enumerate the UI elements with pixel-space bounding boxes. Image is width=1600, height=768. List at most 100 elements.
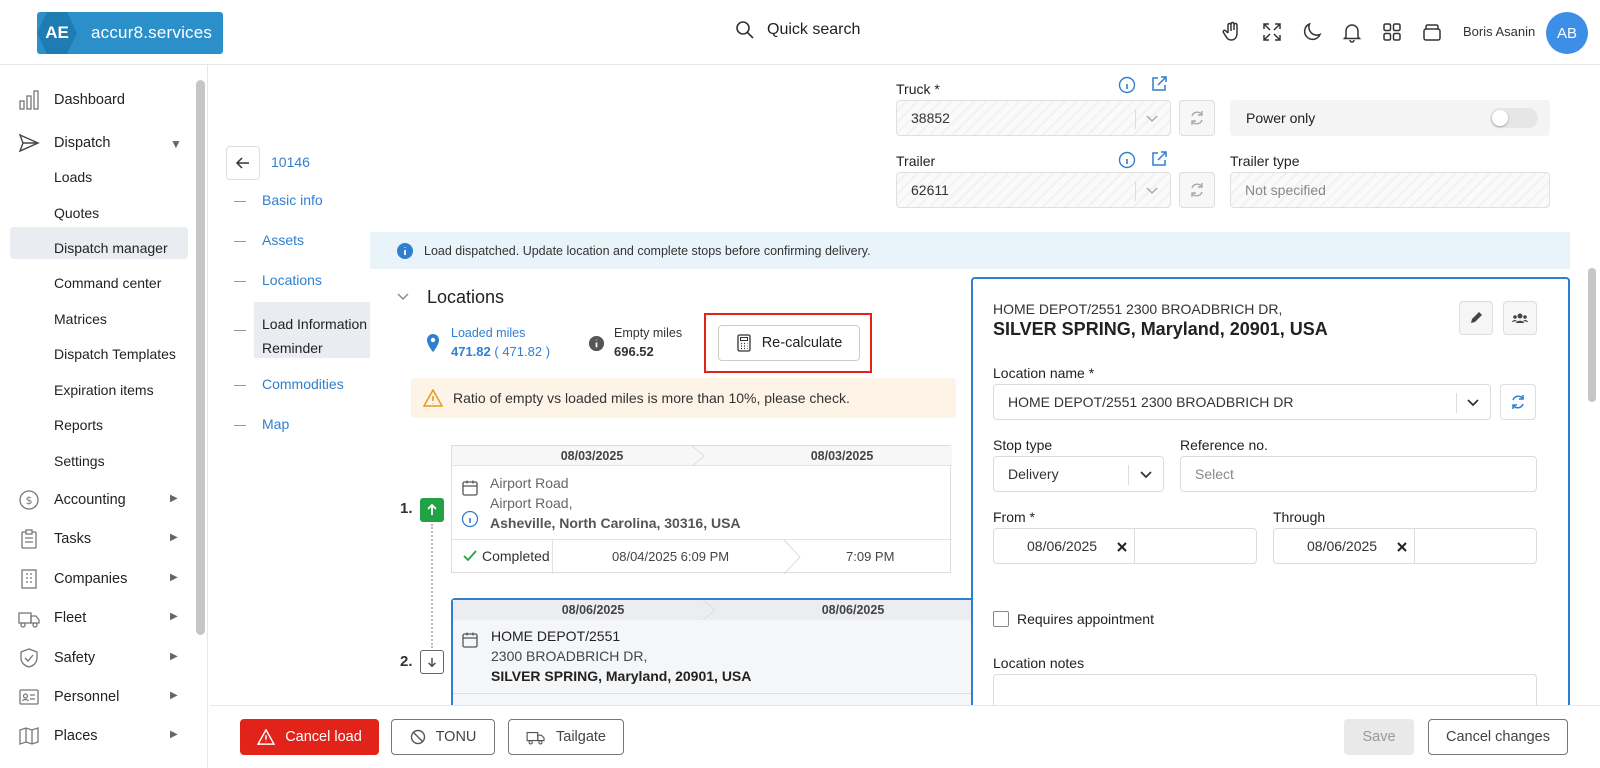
- edit-location-button[interactable]: [1459, 301, 1493, 335]
- chevron-right-icon[interactable]: ▶: [170, 729, 178, 740]
- tailgate-button[interactable]: Tailgate: [508, 719, 624, 755]
- nav-map[interactable]: Map: [234, 416, 289, 432]
- reference-placeholder: Select: [1195, 466, 1234, 482]
- truck-select[interactable]: 38852: [896, 100, 1171, 136]
- empty-miles-value: 696.52: [614, 344, 654, 359]
- recalculate-button[interactable]: Re-calculate: [718, 325, 860, 361]
- stop-card-1[interactable]: 08/03/2025 08/03/2025 Airport Road Airpo…: [451, 445, 952, 574]
- sidebar-item-loads[interactable]: Loads: [54, 169, 92, 185]
- dollar-icon: $: [19, 490, 39, 510]
- chevron-down-icon[interactable]: ▼: [170, 137, 182, 151]
- trailer-type-select[interactable]: Not specified: [1230, 172, 1550, 208]
- user-name[interactable]: Boris Asanin: [1463, 24, 1535, 39]
- load-id[interactable]: 10146: [271, 154, 310, 170]
- dispatch-info-banner: Load dispatched. Update location and com…: [370, 232, 1570, 269]
- apps-grid-icon[interactable]: [1380, 20, 1404, 44]
- from-date-field[interactable]: 08/06/2025: [993, 528, 1257, 564]
- calendar-icon[interactable]: [461, 631, 479, 649]
- nav-load-information-reminder[interactable]: Load Information Reminder: [234, 312, 367, 360]
- chevron-right-icon[interactable]: ▶: [170, 572, 178, 583]
- sidebar-item-safety[interactable]: Safety: [18, 647, 95, 669]
- location-name-value: HOME DEPOT/2551 2300 BROADBRICH DR: [1008, 394, 1294, 410]
- stack-icon[interactable]: [1420, 20, 1444, 44]
- chevron-right-icon[interactable]: ▶: [170, 493, 178, 504]
- quick-search[interactable]: Quick search: [735, 20, 860, 40]
- stop-status-text: Completed: [482, 548, 550, 564]
- sidebar-item-places[interactable]: Places: [18, 725, 98, 747]
- cancel-load-button[interactable]: Cancel load: [240, 719, 379, 755]
- sidebar-item-personnel[interactable]: Personnel: [18, 686, 119, 708]
- requires-appointment-row[interactable]: Requires appointment: [993, 611, 1154, 627]
- sidebar-item-dispatch[interactable]: Dispatch: [18, 132, 110, 154]
- power-only-toggle[interactable]: [1490, 108, 1538, 128]
- sidebar-item-dashboard[interactable]: Dashboard: [18, 89, 125, 111]
- bell-icon[interactable]: [1340, 20, 1364, 44]
- contacts-button[interactable]: [1503, 301, 1537, 335]
- nav-commodities[interactable]: Commodities: [234, 376, 344, 392]
- reference-input[interactable]: Select: [1180, 456, 1537, 492]
- fullscreen-icon[interactable]: [1260, 20, 1284, 44]
- info-icon[interactable]: [1118, 76, 1136, 94]
- sidebar-item-companies[interactable]: Companies: [18, 568, 127, 590]
- sidebar-item-tasks[interactable]: Tasks: [18, 528, 91, 550]
- external-link-icon[interactable]: [1150, 150, 1168, 168]
- calendar-icon[interactable]: [461, 479, 479, 497]
- chevron-right-icon[interactable]: ▶: [170, 532, 178, 543]
- refresh-trailer-button[interactable]: [1179, 172, 1215, 208]
- sidebar-item-label: Places: [54, 728, 98, 744]
- requires-appointment-checkbox[interactable]: [993, 611, 1009, 627]
- info-filled-icon: [397, 242, 413, 259]
- back-button[interactable]: [226, 146, 260, 180]
- sidebar-item-reports[interactable]: Reports: [54, 417, 103, 433]
- stop-type-select[interactable]: Delivery: [993, 456, 1164, 492]
- clear-x-icon[interactable]: [1116, 541, 1128, 553]
- save-button[interactable]: Save: [1344, 719, 1414, 755]
- loaded-miles-paren: ( 471.82 ): [494, 344, 551, 359]
- sidebar-scrollbar[interactable]: [196, 80, 205, 635]
- trailer-select[interactable]: 62611: [896, 172, 1171, 208]
- stop-card-2[interactable]: 08/06/2025 08/06/2025 HOME DEPOT/2551 23…: [451, 598, 973, 718]
- info-icon[interactable]: [1118, 151, 1136, 169]
- stop-date-from: 08/03/2025: [560, 449, 624, 463]
- location-name-select[interactable]: HOME DEPOT/2551 2300 BROADBRICH DR: [993, 384, 1491, 420]
- truck-value: 38852: [911, 110, 950, 126]
- external-link-icon[interactable]: [1150, 75, 1168, 93]
- chevron-down-icon[interactable]: [396, 291, 410, 303]
- through-date-field[interactable]: 08/06/2025: [1273, 528, 1537, 564]
- clear-x-icon[interactable]: [1396, 541, 1408, 553]
- sidebar-item-dispatch-templates[interactable]: Dispatch Templates: [54, 346, 176, 362]
- loaded-miles-label: Loaded miles: [451, 326, 526, 340]
- sidebar-item-expiration-items[interactable]: Expiration items: [54, 382, 154, 398]
- chevron-right-icon[interactable]: ▶: [170, 611, 178, 622]
- date-separator: [703, 600, 716, 620]
- detail-address-line1: HOME DEPOT/2551 2300 BROADBRICH DR,: [993, 301, 1283, 317]
- avatar[interactable]: AB: [1546, 12, 1588, 54]
- sidebar-item-dispatch-manager[interactable]: Dispatch manager: [54, 240, 168, 256]
- nav-locations[interactable]: Locations: [234, 272, 322, 288]
- app-logo[interactable]: AE accur8.services: [37, 12, 223, 54]
- refresh-location-button[interactable]: [1500, 384, 1536, 420]
- refresh-truck-button[interactable]: [1179, 100, 1215, 136]
- sidebar-item-quotes[interactable]: Quotes: [54, 205, 99, 221]
- bar-chart-icon: [19, 90, 39, 110]
- tonu-button[interactable]: TONU: [391, 719, 495, 755]
- chevron-down-icon: [1146, 115, 1158, 123]
- sidebar-item-accounting[interactable]: $ Accounting: [18, 489, 126, 511]
- sidebar-item-settings[interactable]: Settings: [54, 453, 105, 469]
- cancel-changes-button[interactable]: Cancel changes: [1428, 719, 1568, 755]
- hand-icon[interactable]: [1220, 20, 1244, 44]
- sidebar-item-matrices[interactable]: Matrices: [54, 311, 107, 327]
- main-scrollbar[interactable]: [1588, 268, 1596, 402]
- from-label: From *: [993, 509, 1035, 525]
- nav-assets[interactable]: Assets: [234, 232, 304, 248]
- dark-mode-icon[interactable]: [1300, 20, 1324, 44]
- chevron-down-icon: [1140, 471, 1152, 479]
- shield-icon: [20, 648, 38, 668]
- chevron-right-icon[interactable]: ▶: [170, 651, 178, 662]
- sidebar-item-fleet[interactable]: Fleet: [18, 607, 86, 629]
- nav-basic-info[interactable]: Basic info: [234, 192, 323, 208]
- sidebar-item-command-center[interactable]: Command center: [54, 275, 161, 291]
- info-icon[interactable]: [461, 510, 479, 528]
- stop-type-value: Delivery: [1008, 466, 1059, 482]
- chevron-right-icon[interactable]: ▶: [170, 690, 178, 701]
